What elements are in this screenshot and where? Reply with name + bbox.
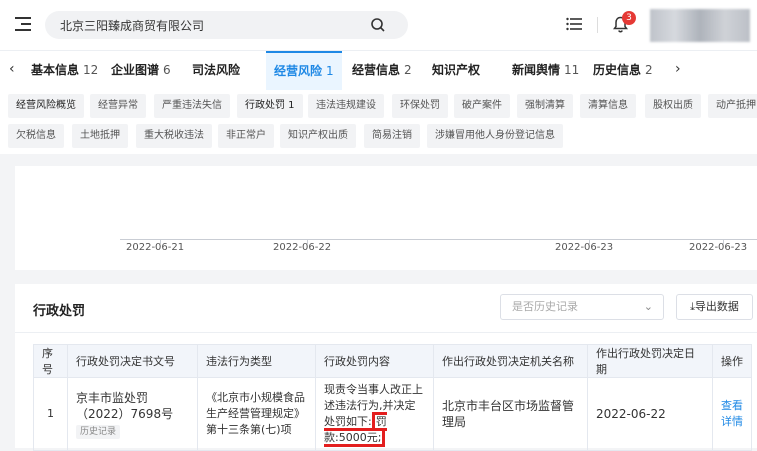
chip-equity-pledge[interactable]: 股权出质 — [645, 94, 701, 118]
col-content: 行政处罚内容 — [315, 344, 434, 378]
chip-tax-violation[interactable]: 重大税收违法 — [136, 124, 212, 148]
notification-badge: 3 — [622, 11, 636, 25]
col-violation: 违法行为类型 — [197, 344, 316, 378]
tab-judicial-risk[interactable]: 司法风险 — [192, 51, 240, 91]
panel-title: 行政处罚 — [33, 304, 86, 319]
sub-tag-area: 经营风险概览 经营异常 严重违法失信 行政处罚 1 违法违规建设 环保处罚 破产… — [0, 90, 757, 154]
col-doc-no: 行政处罚决定书文号 — [67, 344, 198, 378]
chip-dishonest[interactable]: 严重违法失信 — [154, 94, 230, 118]
cell-violation: 《北京市小规模食品生产经营管理规定》第十三条第(七)项 — [197, 377, 316, 451]
avatar[interactable] — [650, 9, 750, 42]
table-row: 1 京丰市监处罚（2022）7698号 历史记录 《北京市小规模食品生产经营管理… — [33, 377, 752, 451]
search-value: 北京三阳臻成商贸有限公司 — [60, 19, 205, 33]
top-bar: 北京三阳臻成商贸有限公司 3 — [0, 0, 757, 50]
tab-business-risk[interactable]: 经营风险 1 — [266, 51, 342, 91]
divider — [597, 17, 598, 33]
cell-date: 2022-06-22 — [587, 377, 713, 451]
tab-enterprise-graph[interactable]: 企业图谱 6 — [111, 51, 171, 91]
list-icon[interactable] — [566, 17, 582, 31]
col-authority: 作出行政处罚决定机关名称 — [433, 344, 588, 378]
chevron-down-icon: ⌄ — [643, 300, 653, 313]
cell-doc-no: 京丰市监处罚（2022）7698号 历史记录 — [67, 377, 198, 451]
history-badge: 历史记录 — [76, 424, 121, 439]
x-tick-label: 2022-06-23 — [689, 242, 748, 253]
chip-admin-penalty[interactable]: 行政处罚 1 — [237, 94, 303, 118]
history-select[interactable]: 是否历史记录 ⌄ — [500, 294, 664, 320]
chip-illegal-build[interactable]: 违法违规建设 — [308, 94, 384, 118]
chip-overview[interactable]: 经营风险概览 — [8, 94, 84, 118]
penalty-table: 序号 行政处罚决定书文号 违法行为类型 行政处罚内容 作出行政处罚决定机关名称 … — [33, 344, 752, 451]
divider — [15, 332, 757, 333]
export-button[interactable]: ⤓导出数据 — [676, 294, 753, 320]
tab-business-info[interactable]: 经营信息 2 — [352, 51, 412, 91]
x-tick-label: 2022-06-22 — [273, 242, 332, 253]
col-action: 操作 — [712, 344, 752, 378]
table-header-row: 序号 行政处罚决定书文号 违法行为类型 行政处罚内容 作出行政处罚决定机关名称 … — [33, 344, 752, 378]
tab-bar: ‹ 基本信息 12 企业图谱 6 司法风险 经营风险 1 经营信息 2 知识产权 新闻舆… — [0, 50, 757, 91]
chevron-right-icon[interactable]: › — [675, 61, 681, 77]
x-tick-label: 2022-06-21 — [126, 242, 185, 253]
col-date: 作出行政处罚决定日期 — [587, 344, 713, 378]
chip-land-mortgage[interactable]: 土地抵押 — [72, 124, 128, 148]
chevron-left-icon[interactable]: ‹ — [9, 61, 15, 77]
cell-content: 现责令当事人改正上述违法行为,并决定处罚如下: 罚款:5000元; — [315, 377, 434, 451]
chip-liquidation[interactable]: 清算信息 — [580, 94, 636, 118]
menu-icon[interactable] — [15, 17, 31, 31]
chip-identity-fraud[interactable]: 涉嫌冒用他人身份登记信息 — [427, 124, 563, 148]
col-index: 序号 — [33, 344, 68, 378]
tab-news[interactable]: 新闻舆情 11 — [512, 51, 579, 91]
admin-penalty-panel: 行政处罚 是否历史记录 ⌄ ⤓导出数据 序号 行政处罚决定书文号 违法行为类型 行… — [15, 284, 757, 451]
chip-abnormal-account[interactable]: 非正常户 — [218, 124, 274, 148]
search-input[interactable]: 北京三阳臻成商贸有限公司 — [45, 11, 408, 39]
tab-ip[interactable]: 知识产权 — [432, 51, 480, 91]
chip-simple-cancel[interactable]: 简易注销 — [364, 124, 420, 148]
cell-index: 1 — [33, 377, 68, 451]
search-icon[interactable] — [370, 17, 386, 33]
chip-bankruptcy[interactable]: 破产案件 — [454, 94, 510, 118]
chip-abnormal[interactable]: 经营异常 — [90, 94, 146, 118]
x-axis — [120, 239, 757, 240]
view-detail-link[interactable]: 查看详情 — [712, 377, 752, 451]
cell-authority: 北京市丰台区市场监督管理局 — [433, 377, 588, 451]
tab-basic-info[interactable]: 基本信息 12 — [31, 51, 98, 91]
tab-history[interactable]: 历史信息 2 — [593, 51, 653, 91]
chip-ip-pledge[interactable]: 知识产权出质 — [280, 124, 356, 148]
x-tick-label: 2022-06-23 — [555, 242, 614, 253]
timeline-chart: 2022-06-21 2022-06-22 2022-06-23 2022-06-23 — [15, 166, 757, 270]
chip-chattel-mortgage[interactable]: 动产抵押 — [708, 94, 757, 118]
chip-env-penalty[interactable]: 环保处罚 — [392, 94, 448, 118]
chip-tax-owed[interactable]: 欠税信息 — [8, 124, 64, 148]
chip-forced-liquidation[interactable]: 强制清算 — [517, 94, 573, 118]
